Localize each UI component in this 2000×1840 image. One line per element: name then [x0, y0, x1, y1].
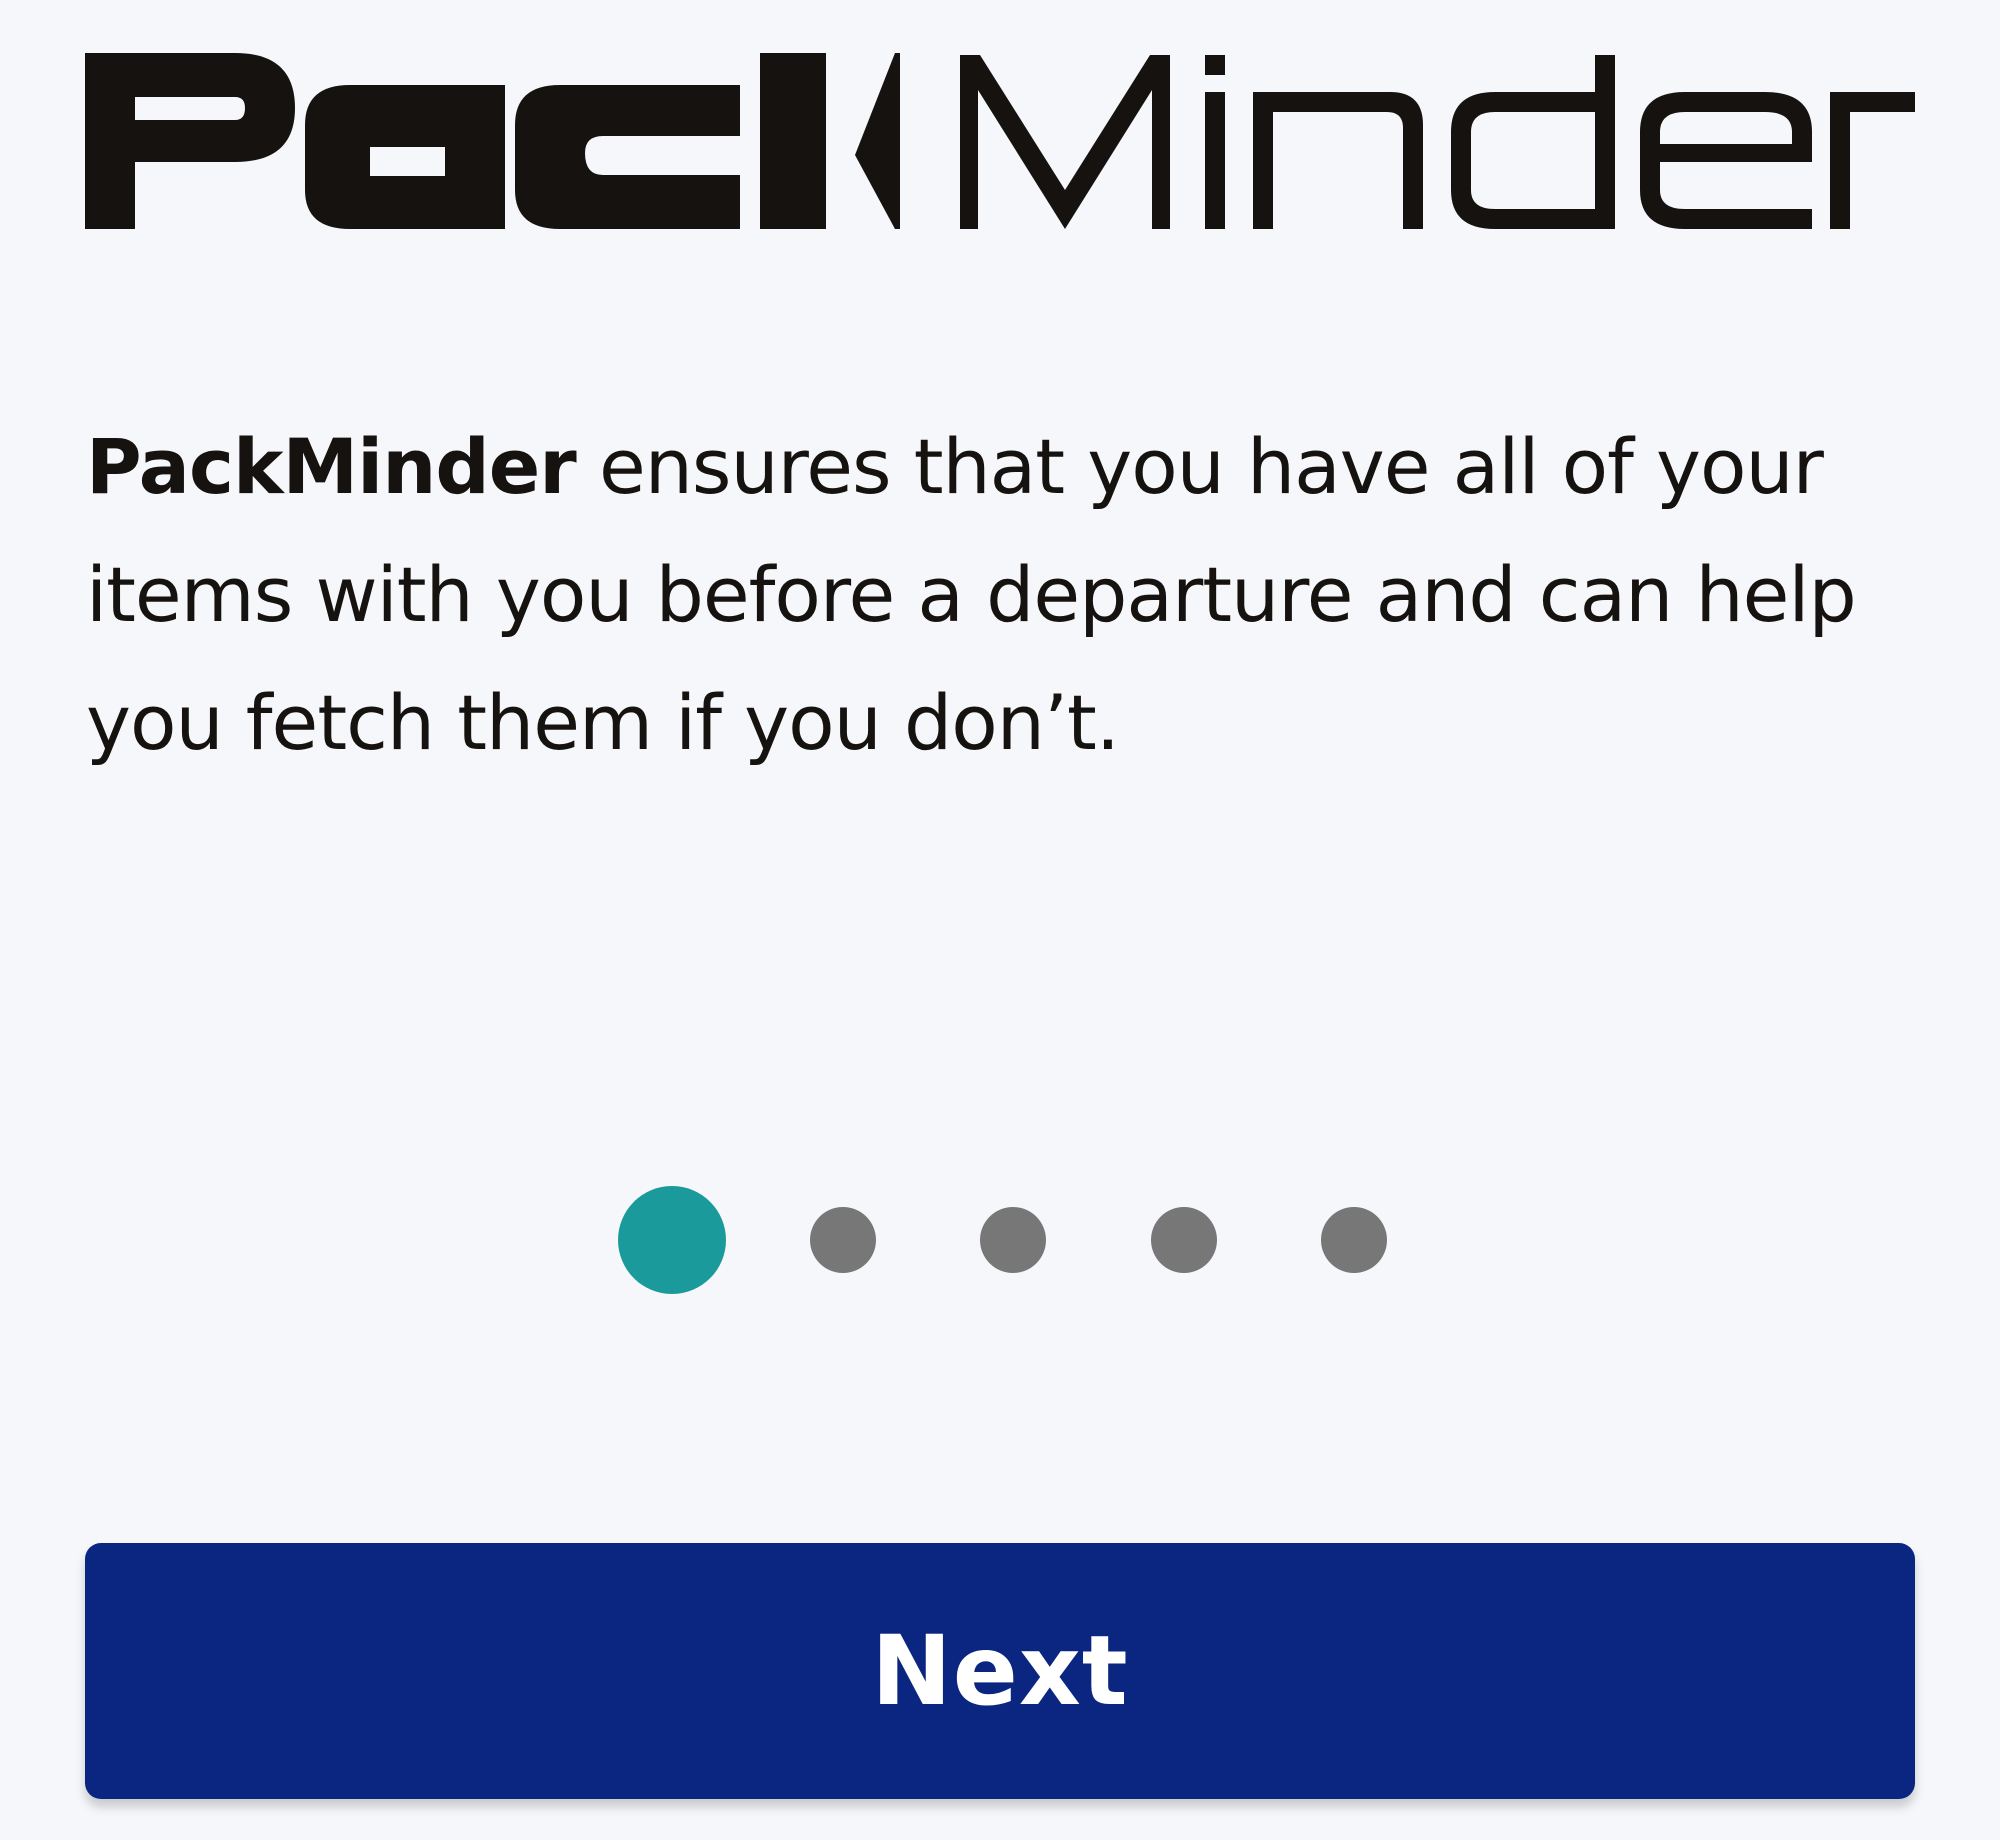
packminder-logo-mark [85, 53, 1915, 229]
brand-name: PackMinder [86, 422, 577, 511]
page-dot [810, 1207, 876, 1273]
page-dot [1151, 1207, 1217, 1273]
next-button[interactable]: Next [85, 1543, 1915, 1799]
packminder-logo [85, 50, 1915, 235]
page-dot [1321, 1207, 1387, 1273]
onboarding-description: PackMinder ensures that you have all of … [86, 403, 1956, 787]
page-dot [980, 1207, 1046, 1273]
page-dot-active [618, 1186, 726, 1294]
page-indicator [0, 1186, 2000, 1294]
